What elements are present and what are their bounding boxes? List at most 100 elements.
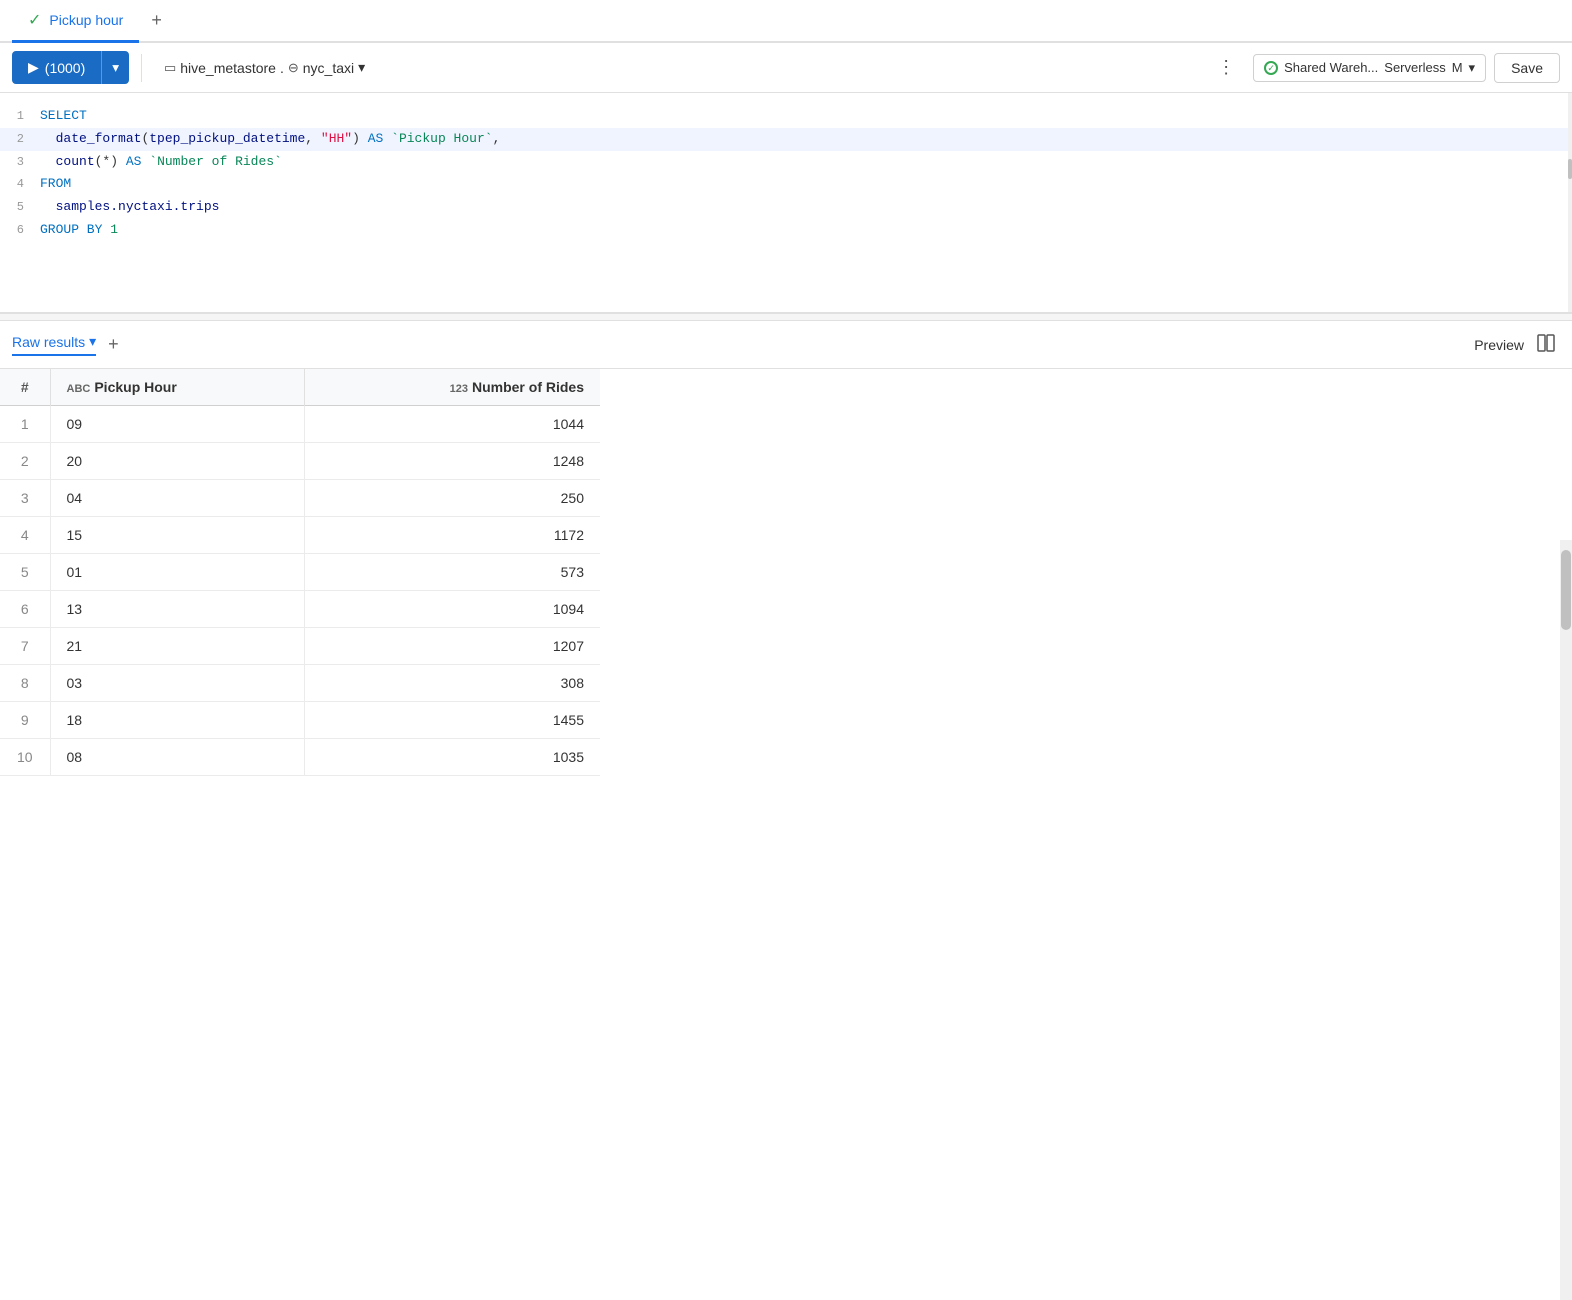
table-row: 8 03 308 xyxy=(0,665,600,702)
cell-num-rides: 308 xyxy=(304,665,600,702)
line-num-1: 1 xyxy=(0,107,40,126)
table-row: 10 08 1035 xyxy=(0,739,600,776)
cell-rownum: 4 xyxy=(0,517,50,554)
cell-pickup-hour: 09 xyxy=(50,406,304,443)
layout-icon xyxy=(1536,333,1556,353)
cell-pickup-hour: 03 xyxy=(50,665,304,702)
toolbar-separator-1 xyxy=(141,54,142,82)
run-label: (1000) xyxy=(45,60,85,76)
cell-rownum: 7 xyxy=(0,628,50,665)
num-rides-type-icon: 123 xyxy=(450,383,468,395)
results-table-body: 1 09 1044 2 20 1248 3 04 250 4 15 1172 5… xyxy=(0,406,600,776)
raw-results-tab[interactable]: Raw results ▾ xyxy=(12,333,96,356)
cell-num-rides: 1172 xyxy=(304,517,600,554)
col-header-num-rides: 123Number of Rides xyxy=(304,369,600,406)
warehouse-selector[interactable]: ✓ Shared Wareh... Serverless M ▾ xyxy=(1253,54,1486,82)
save-button[interactable]: Save xyxy=(1494,53,1560,83)
results-tab-chevron-icon: ▾ xyxy=(89,333,96,350)
cell-pickup-hour: 04 xyxy=(50,480,304,517)
table-row: 7 21 1207 xyxy=(0,628,600,665)
warehouse-chevron-icon: ▾ xyxy=(1469,60,1476,76)
catalog-name: hive_metastore xyxy=(180,60,276,76)
cell-num-rides: 1207 xyxy=(304,628,600,665)
col-header-rownum: # xyxy=(0,369,50,406)
layout-button[interactable] xyxy=(1532,329,1560,360)
table-header-row: # ABCPickup Hour 123Number of Rides xyxy=(0,369,600,406)
scrollbar-track[interactable] xyxy=(1560,540,1572,1300)
line-num-2: 2 xyxy=(0,130,40,149)
editor-scrollbar-thumb xyxy=(1568,159,1572,179)
cell-rownum: 1 xyxy=(0,406,50,443)
table-row: 2 20 1248 xyxy=(0,443,600,480)
cell-rownum: 2 xyxy=(0,443,50,480)
cell-rownum: 5 xyxy=(0,554,50,591)
table-row: 9 18 1455 xyxy=(0,702,600,739)
table-row: 6 13 1094 xyxy=(0,591,600,628)
warehouse-size: Serverless xyxy=(1384,60,1445,75)
more-options-button[interactable]: ⋮ xyxy=(1207,51,1245,84)
code-line-5: 5 samples.nyctaxi.trips xyxy=(0,196,1572,219)
code-editor[interactable]: 1 SELECT 2 date_format(tpep_pickup_datet… xyxy=(0,93,1572,313)
results-header: Raw results ▾ + Preview xyxy=(0,321,1572,369)
cell-pickup-hour: 13 xyxy=(50,591,304,628)
toolbar: ▶ (1000) ▾ ▭ hive_metastore . ⊖ nyc_taxi… xyxy=(0,43,1572,93)
run-play-icon: ▶ xyxy=(28,59,39,76)
code-content-6: GROUP BY 1 xyxy=(40,220,1572,241)
tab-pickup-hour[interactable]: ✓ Pickup hour xyxy=(12,0,139,43)
code-content-4: FROM xyxy=(40,174,1572,195)
cell-pickup-hour: 20 xyxy=(50,443,304,480)
cell-num-rides: 573 xyxy=(304,554,600,591)
cell-pickup-hour: 08 xyxy=(50,739,304,776)
catalog-selector[interactable]: ▭ hive_metastore . ⊖ nyc_taxi ▾ xyxy=(154,53,375,82)
cell-num-rides: 1044 xyxy=(304,406,600,443)
tab-label: Pickup hour xyxy=(49,12,123,28)
line-num-3: 3 xyxy=(0,153,40,172)
col-header-pickup-hour: ABCPickup Hour xyxy=(50,369,304,406)
catalog-icon: ▭ xyxy=(164,60,176,76)
cell-rownum: 3 xyxy=(0,480,50,517)
run-dropdown-button[interactable]: ▾ xyxy=(101,51,129,84)
table-row: 3 04 250 xyxy=(0,480,600,517)
cell-rownum: 9 xyxy=(0,702,50,739)
cell-pickup-hour: 15 xyxy=(50,517,304,554)
more-icon: ⋮ xyxy=(1217,57,1235,78)
cell-rownum: 10 xyxy=(0,739,50,776)
run-chevron-icon: ▾ xyxy=(112,60,119,76)
results-table-container: # ABCPickup Hour 123Number of Rides 1 09… xyxy=(0,369,1572,776)
raw-results-label: Raw results xyxy=(12,334,85,350)
table-row: 1 09 1044 xyxy=(0,406,600,443)
code-line-2: 2 date_format(tpep_pickup_datetime, "HH"… xyxy=(0,128,1572,151)
code-line-4: 4 FROM xyxy=(0,173,1572,196)
table-row: 4 15 1172 xyxy=(0,517,600,554)
tab-bar: ✓ Pickup hour + xyxy=(0,0,1572,43)
tab-check-icon: ✓ xyxy=(28,10,41,30)
add-results-tab-button[interactable]: + xyxy=(104,334,123,355)
code-content-3: count(*) AS `Number of Rides` xyxy=(40,152,1572,173)
line-num-6: 6 xyxy=(0,221,40,240)
warehouse-tier: M xyxy=(1452,60,1463,75)
scrollbar-thumb[interactable] xyxy=(1561,550,1571,630)
results-table: # ABCPickup Hour 123Number of Rides 1 09… xyxy=(0,369,600,776)
cell-pickup-hour: 21 xyxy=(50,628,304,665)
cell-rownum: 8 xyxy=(0,665,50,702)
code-content-2: date_format(tpep_pickup_datetime, "HH") … xyxy=(40,129,1572,150)
code-line-6: 6 GROUP BY 1 xyxy=(0,219,1572,242)
section-divider xyxy=(0,313,1572,321)
run-button[interactable]: ▶ (1000) xyxy=(12,51,101,84)
schema-name: nyc_taxi xyxy=(303,60,354,76)
table-row: 5 01 573 xyxy=(0,554,600,591)
preview-button[interactable]: Preview xyxy=(1474,337,1524,353)
schema-chevron-icon: ▾ xyxy=(358,59,365,76)
line-num-5: 5 xyxy=(0,198,40,217)
schema-icon: ⊖ xyxy=(288,60,299,76)
code-line-3: 3 count(*) AS `Number of Rides` xyxy=(0,151,1572,174)
cell-num-rides: 1455 xyxy=(304,702,600,739)
cell-num-rides: 1035 xyxy=(304,739,600,776)
warehouse-name: Shared Wareh... xyxy=(1284,60,1378,75)
cell-num-rides: 250 xyxy=(304,480,600,517)
add-tab-button[interactable]: + xyxy=(139,2,174,39)
cell-pickup-hour: 01 xyxy=(50,554,304,591)
cell-pickup-hour: 18 xyxy=(50,702,304,739)
code-line-1: 1 SELECT xyxy=(0,105,1572,128)
editor-scrollbar xyxy=(1568,93,1572,312)
